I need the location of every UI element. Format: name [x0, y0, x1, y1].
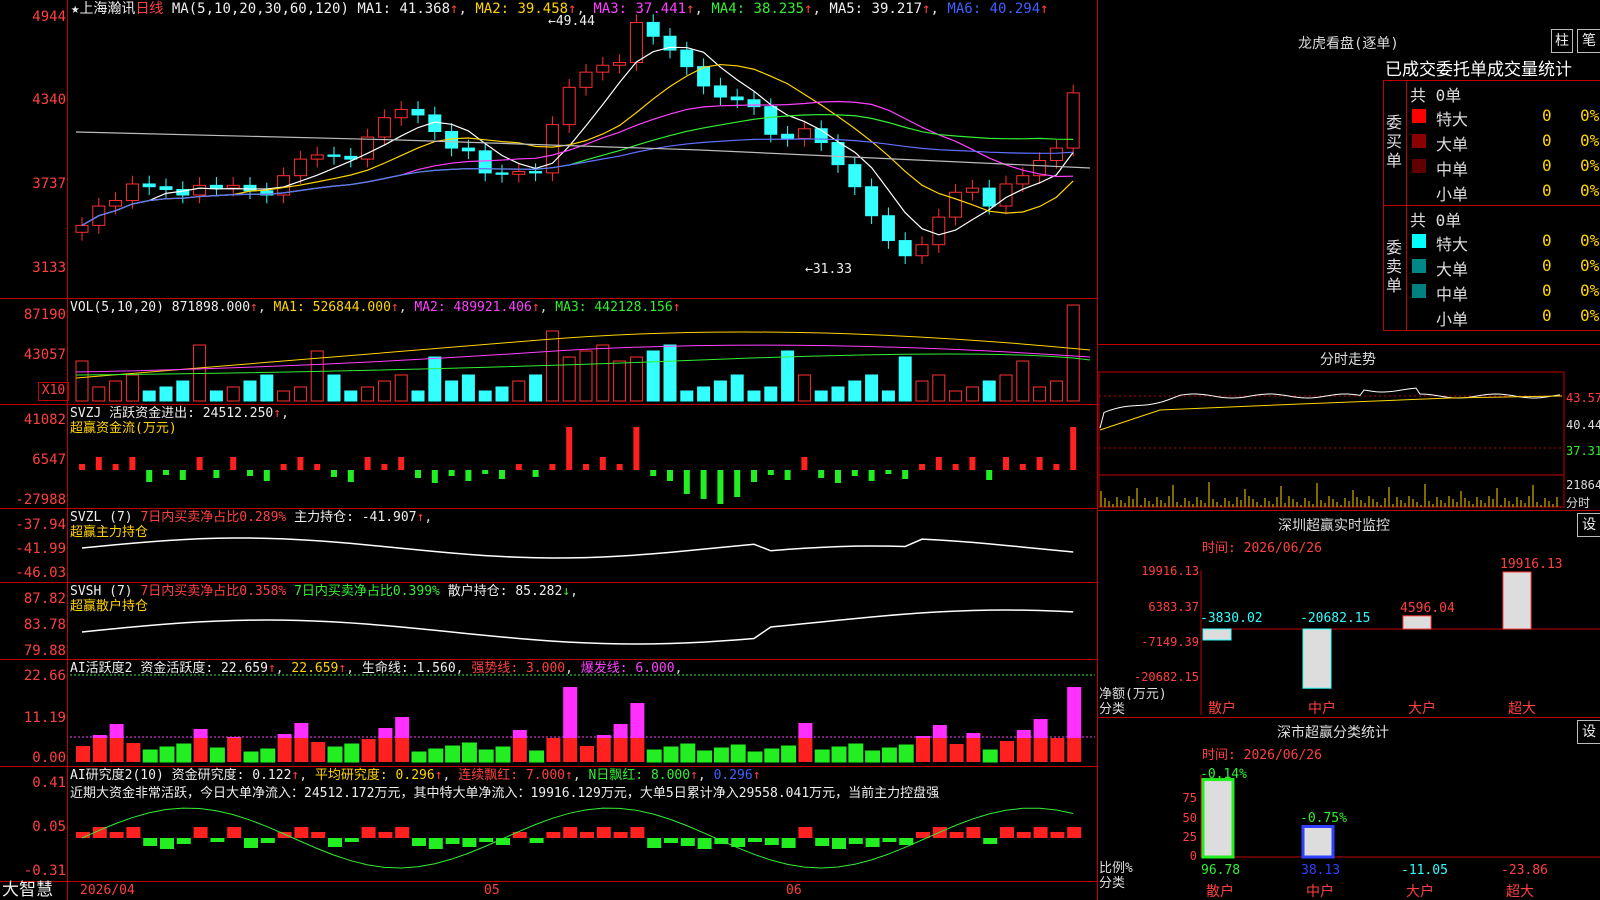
cls-ratio-bar — [1301, 824, 1335, 859]
cls-bottom-value: -23.86 — [1501, 863, 1548, 878]
cls-bottom-value: -11.05 — [1401, 863, 1448, 878]
cls-ratio-chart: 75 50 25 0 -0.14% -0.75% 96.78 38.13 -11.05 -23.8… — [1183, 767, 1600, 900]
cls-axis-label: 25 — [1183, 830, 1197, 844]
cls-category: 散户 — [1206, 883, 1234, 900]
cls-axis-label: 50 — [1183, 811, 1197, 825]
cls-bottom-value: 38.13 — [1301, 863, 1340, 878]
cls-axis-label: 75 — [1183, 791, 1197, 805]
cls-bottom-value: 96.78 — [1201, 863, 1240, 878]
cls-category: 超大 — [1506, 884, 1534, 900]
cls-top-value: -0.14% — [1200, 767, 1247, 782]
cls-top-value: -0.75% — [1300, 811, 1347, 826]
cls-footer-label2: 分类 — [1099, 876, 1126, 891]
cls-ratio-bar — [1201, 778, 1235, 859]
cls-category: 中户 — [1306, 883, 1334, 900]
cls-axis-label: 0 — [1190, 849, 1197, 863]
cls-category: 大户 — [1406, 883, 1434, 900]
